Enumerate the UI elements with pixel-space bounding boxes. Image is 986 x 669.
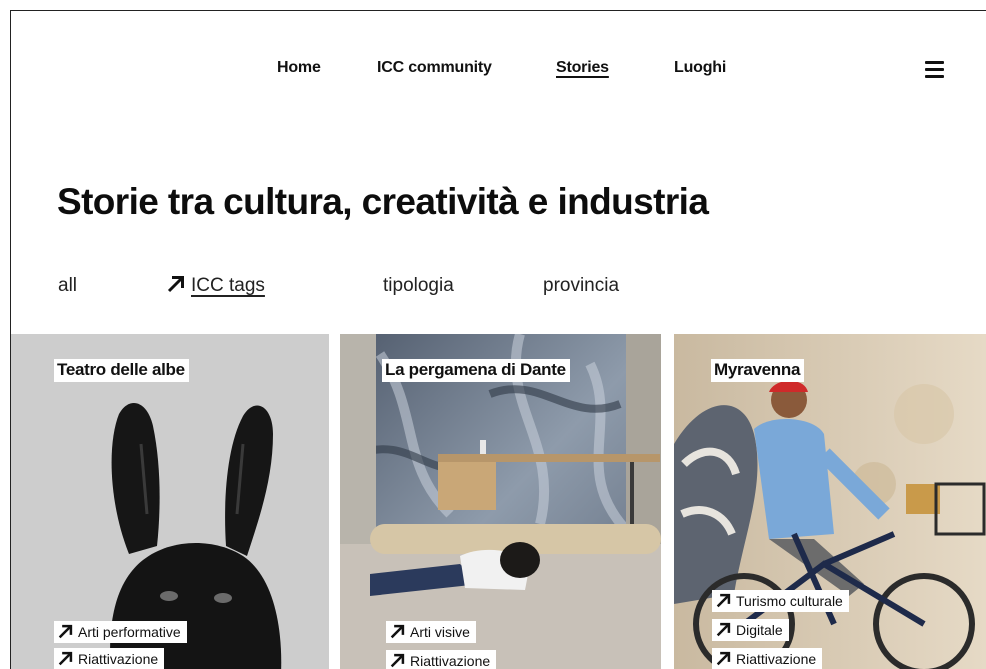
main-nav: Home ICC community Stories Luoghi [11, 59, 986, 83]
story-card-myravenna[interactable]: Myravenna Turismo culturale Digitale Ria… [674, 334, 986, 669]
tag-label: Riattivazione [410, 653, 491, 669]
tag-arti-performative[interactable]: Arti performative [54, 621, 187, 643]
tag-digitale[interactable]: Digitale [712, 619, 789, 641]
arrow-up-right-icon [58, 651, 73, 666]
arrow-up-right-icon [390, 653, 405, 668]
hamburger-menu-icon[interactable] [925, 61, 944, 79]
tag-riattivazione[interactable]: Riattivazione [712, 648, 823, 669]
arrow-up-right-icon [58, 624, 73, 639]
tag-turismo-culturale[interactable]: Turismo culturale [712, 590, 849, 612]
card-title: La pergamena di Dante [382, 359, 570, 382]
filter-tipologia[interactable]: tipologia [383, 275, 454, 297]
nav-icc-community[interactable]: ICC community [377, 59, 492, 77]
tag-riattivazione[interactable]: Riattivazione [386, 650, 497, 669]
arrow-up-right-icon [716, 622, 731, 637]
story-card-la-pergamena-di-dante[interactable]: La pergamena di Dante Arti visive Riatti… [340, 334, 661, 669]
tag-label: Digitale [736, 622, 783, 638]
tag-label: Arti visive [410, 624, 470, 640]
nav-stories[interactable]: Stories [556, 59, 609, 77]
tag-label: Turismo culturale [736, 593, 843, 609]
tag-label: Arti performative [78, 624, 181, 640]
tag-label: Riattivazione [78, 651, 159, 667]
arrow-up-right-icon [716, 651, 731, 666]
story-card-teatro-delle-albe[interactable]: Teatro delle albe Arti performative Riat… [11, 334, 329, 669]
filter-provincia[interactable]: provincia [543, 275, 619, 297]
tag-label: Riattivazione [736, 651, 817, 667]
card-image-donkey [11, 334, 329, 669]
tag-riattivazione[interactable]: Riattivazione [54, 648, 165, 669]
filter-icc-tags[interactable]: ICC tags [167, 275, 265, 297]
filter-bar: all ICC tags tipologia provincia [11, 275, 986, 301]
nav-luoghi[interactable]: Luoghi [674, 59, 726, 77]
card-title: Teatro delle albe [54, 359, 189, 382]
filter-all[interactable]: all [58, 275, 77, 297]
arrow-up-right-icon [167, 276, 184, 293]
filter-icc-tags-label: ICC tags [191, 275, 265, 296]
tag-arti-visive[interactable]: Arti visive [386, 621, 476, 643]
arrow-up-right-icon [390, 624, 405, 639]
arrow-up-right-icon [716, 593, 731, 608]
page-title: Storie tra cultura, creatività e industr… [57, 181, 709, 222]
card-title: Myravenna [711, 359, 805, 382]
nav-home[interactable]: Home [277, 59, 321, 77]
page-frame: Home ICC community Stories Luoghi Storie… [10, 10, 986, 669]
card-image-studio [340, 334, 661, 669]
